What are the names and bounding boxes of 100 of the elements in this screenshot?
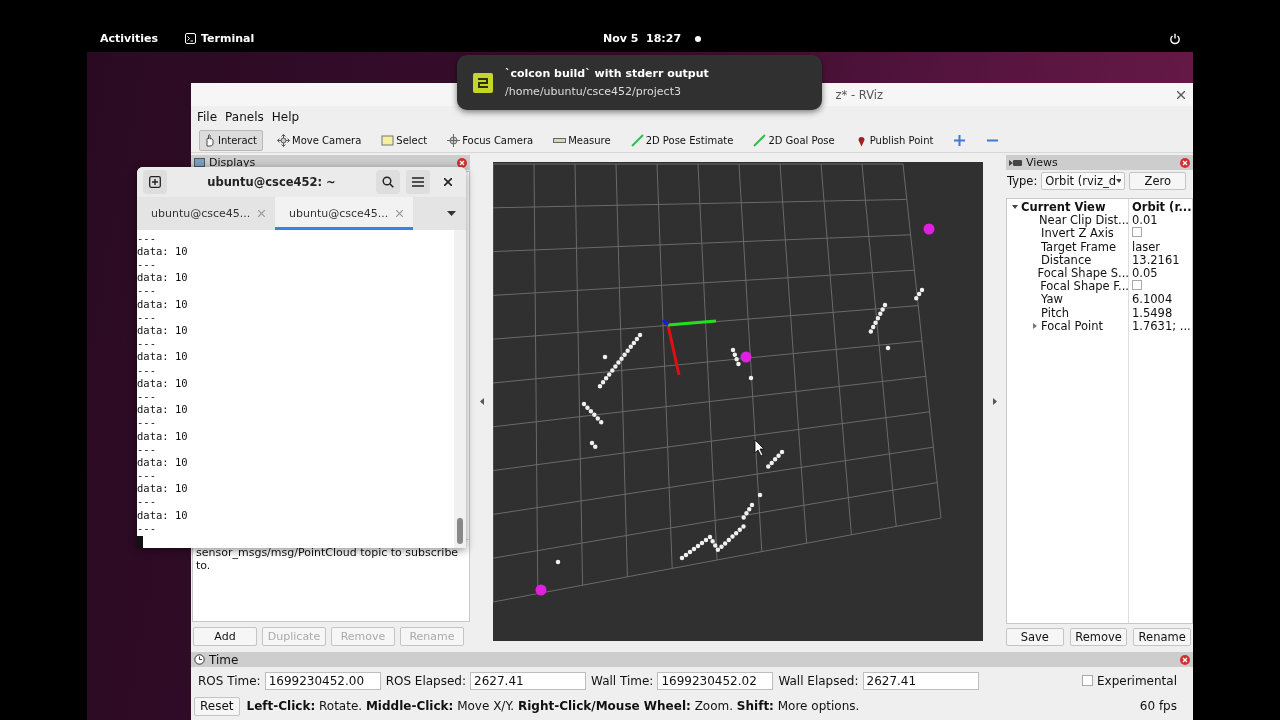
terminal-line: data: 10 [137,297,189,311]
close-icon[interactable] [1180,654,1190,665]
property-value: 1.5498 [1131,305,1174,320]
tool-button[interactable]: Publish Point [850,129,940,151]
sphere-marker [740,351,752,363]
checkbox[interactable] [1081,675,1093,686]
panel-title: Time [209,652,240,667]
type-label: Type: [1007,174,1038,188]
expanded-arrow-icon[interactable] [1012,204,1018,210]
menu-icon [412,176,424,187]
view-button[interactable]: Rename [1133,628,1191,646]
property-value: 0.01 [1131,213,1159,228]
property-name: Near Clip Dist... [1039,213,1129,228]
menu-item[interactable]: Panels [225,110,264,124]
terminal-line: --- [137,442,157,456]
zero-button[interactable]: Zero [1129,172,1187,190]
terminal-line: data: 10 [137,508,189,522]
time-field[interactable]: 2627.41 [862,671,979,690]
tool-button[interactable]: Interact [199,129,264,151]
axes-drawing [661,318,717,376]
reset-button[interactable]: Reset [194,696,240,716]
plus-icon [953,133,967,147]
terminal-line: --- [137,231,157,245]
scrollbar[interactable] [454,229,466,548]
menu-item[interactable]: File [197,110,218,124]
terminal-line: data: 10 [137,403,189,417]
terminal-line: --- [137,363,157,377]
terminal-line: data: 10 [137,324,189,338]
terminal-line: --- [137,469,157,483]
select-icon [381,133,395,147]
terminal-line: --- [137,389,157,404]
camera-icon [1009,158,1022,167]
new-tab-button[interactable] [143,169,167,194]
notification-title: `colcon build` with stderr output [505,67,709,80]
notification-dot-icon [695,35,702,42]
checkbox[interactable] [1132,227,1142,238]
close-icon[interactable] [457,157,467,168]
terminal-tab[interactable]: ubuntu@csce45... [137,196,275,230]
menu-item[interactable]: Help [271,110,300,124]
view-button[interactable]: Save [1006,628,1064,646]
tool-button[interactable]: Measure [549,129,617,151]
tool-button[interactable]: Select [377,129,434,151]
property-value: 6.1004 [1131,292,1174,307]
tool-button[interactable]: 2D Pose Estimate [626,129,740,151]
property-name: Current View [1021,200,1106,214]
sphere-marker [923,223,935,235]
window-title: ubuntu@csce452: ~ [206,174,337,189]
help-text: Left-Click: Rotate. Middle-Click: Move X/Y. Right-Click/Mouse Wheel: Zoom. Shift: More options. [246,699,860,713]
property-value: 1.7631; ... [1131,318,1192,333]
property-value: laser [1131,239,1162,254]
notification-banner[interactable]: `colcon build` with stderr output /home/ubuntu/csce452/project3 [457,55,822,110]
dropdown-caret-icon[interactable] [447,210,456,216]
time-field[interactable]: 2627.41 [470,671,587,690]
view-button[interactable]: Remove [1069,628,1128,646]
time-field[interactable]: 1699230452.00 [264,671,381,690]
property-name: Focal Shape S... [1037,265,1129,280]
terminal-line: --- [137,521,157,535]
tool-button[interactable]: 2D Goal Pose [749,129,841,151]
property-name: Target Frame [1041,239,1117,254]
window-title: z* - RViz [835,87,883,102]
checkbox[interactable] [1132,280,1142,291]
time-field[interactable]: 1699230452.02 [657,671,774,690]
focus-icon [447,133,461,147]
caret-icon [1116,179,1122,183]
terminal-line: data: 10 [137,429,189,443]
notification-body: /home/ubuntu/csce452/project3 [505,85,682,98]
power-icon[interactable] [1169,32,1181,45]
close-icon[interactable] [1180,157,1190,168]
property-value: 13.2161 [1131,252,1181,267]
right-arrow-icon[interactable] [992,398,997,405]
tool-button[interactable]: Focus Camera [443,129,540,151]
terminal-tab[interactable]: ubuntu@csce45... [275,196,413,230]
tool-button[interactable]: Move Camera [273,129,368,151]
terminal-line: --- [137,258,157,272]
activities-button[interactable]: Activities [100,32,159,45]
property-name: Distance [1041,252,1092,267]
clock[interactable]: Nov 5 18:27 [602,32,682,45]
terminal-line: --- [137,284,157,298]
cursor-icon [754,439,765,457]
property-name: Focal Shape F... [1040,279,1129,294]
terminal-line: data: 10 [137,482,189,496]
search-button[interactable] [376,169,400,194]
left-arrow-icon[interactable] [479,398,484,405]
app-icon [473,72,493,93]
app-menu-label[interactable]: Terminal [201,32,255,45]
property-value: Orbit (r... [1131,200,1192,214]
plus-icon [149,175,161,188]
type-dropdown[interactable]: Orbit (rviz_d [1041,172,1126,190]
field-label: Wall Time: [591,673,654,688]
panel-title: Views [1026,156,1059,169]
panel-title: Displays [209,156,257,169]
close-icon[interactable] [1177,90,1185,99]
terminal-line: data: 10 [137,350,189,364]
collapsed-arrow-icon[interactable] [1032,322,1038,329]
property-name: Invert Z Axis [1041,226,1114,241]
sphere-marker [535,584,547,596]
menu-button[interactable] [406,169,430,194]
panel-button[interactable]: Add [193,626,257,646]
terminal-line: --- [137,495,157,509]
field-label: Wall Elapsed: [778,673,859,688]
